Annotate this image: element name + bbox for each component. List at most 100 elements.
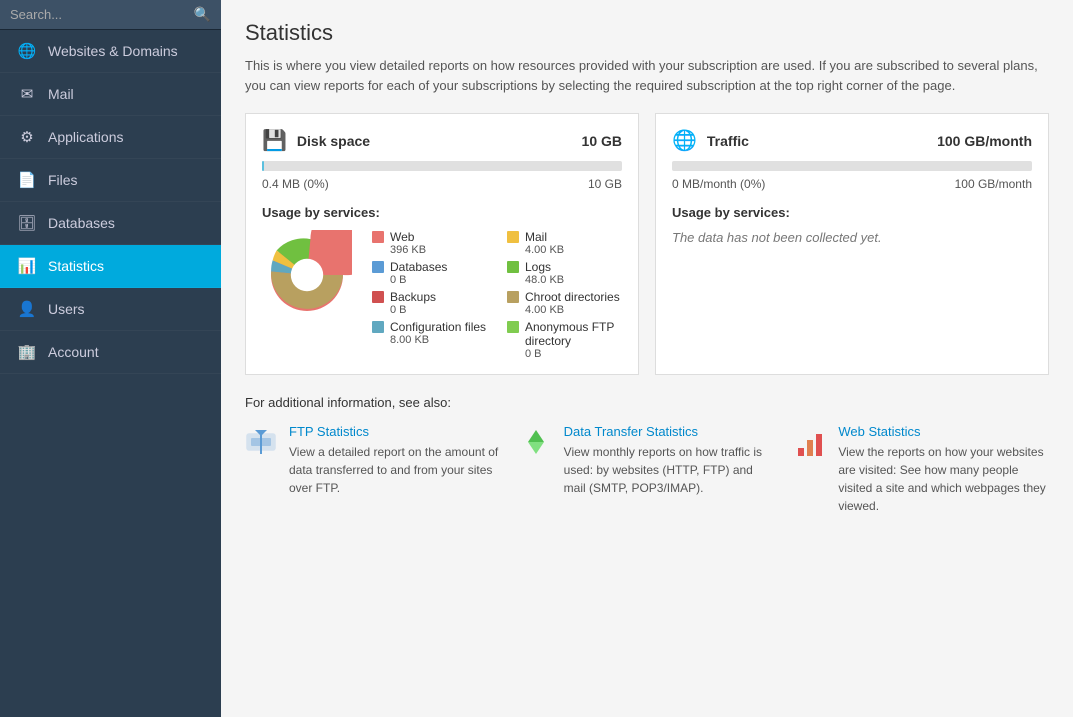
sidebar-item-statistics[interactable]: 📊 Statistics [0, 245, 221, 288]
legend-label: Web [390, 230, 426, 244]
disk-title-section: 💾 Disk space [262, 128, 370, 153]
legend-label: Chroot directories [525, 290, 620, 304]
additional-title: For additional information, see also: [245, 395, 1049, 410]
disk-pie-chart [262, 230, 352, 320]
legend-label: Mail [525, 230, 564, 244]
files-icon: 📄 [16, 171, 38, 189]
legend-dot [507, 291, 519, 303]
sidebar-item-mail[interactable]: ✉ Mail [0, 73, 221, 116]
legend-label: Logs [525, 260, 564, 274]
traffic-sub: 0 MB/month (0%) 100 GB/month [672, 177, 1032, 191]
users-icon: 👤 [16, 300, 38, 318]
legend-item: Anonymous FTP directory 0 B [507, 320, 622, 360]
web-stats-icon [794, 426, 826, 465]
traffic-header: 🌐 Traffic 100 GB/month [672, 128, 1032, 153]
data-transfer-stats-title[interactable]: Data Transfer Statistics [564, 424, 775, 439]
mail-icon: ✉ [16, 85, 38, 103]
legend-dot [372, 291, 384, 303]
info-cards: FTP Statistics View a detailed report on… [245, 424, 1049, 515]
legend-item: Web 396 KB [372, 230, 487, 256]
sidebar-item-applications[interactable]: ⚙ Applications [0, 116, 221, 159]
legend-item: Backups 0 B [372, 290, 487, 316]
legend-label: Backups [390, 290, 436, 304]
sidebar-item-websites[interactable]: 🌐 Websites & Domains [0, 30, 221, 73]
data-transfer-stats-icon [520, 426, 552, 465]
legend-value: 4.00 KB [525, 244, 564, 256]
disk-limit: 10 GB [582, 133, 622, 149]
info-card-data-transfer-stats: Data Transfer Statistics View monthly re… [520, 424, 775, 515]
sidebar-item-users[interactable]: 👤 Users [0, 288, 221, 331]
search-input[interactable] [10, 7, 194, 22]
legend-value: 0 B [390, 274, 447, 286]
web-stats-title[interactable]: Web Statistics [838, 424, 1049, 439]
legend-item: Databases 0 B [372, 260, 487, 286]
sidebar-item-label: Mail [48, 86, 74, 102]
traffic-usage-title: Usage by services: [672, 205, 1032, 220]
legend-dot [507, 321, 519, 333]
legend-label: Configuration files [390, 320, 486, 334]
disk-limit-label: 10 GB [588, 177, 622, 191]
disk-progress-bg [262, 161, 622, 171]
sidebar-item-databases[interactable]: 🗄 Databases [0, 202, 221, 245]
statistics-icon: 📊 [16, 257, 38, 275]
legend-label: Anonymous FTP directory [525, 320, 622, 348]
legend-item: Configuration files 8.00 KB [372, 320, 487, 360]
disk-icon: 💾 [262, 128, 287, 153]
legend-item: Logs 48.0 KB [507, 260, 622, 286]
ftp-stats-title[interactable]: FTP Statistics [289, 424, 500, 439]
legend-value: 0 B [525, 348, 622, 360]
stats-panels: 💾 Disk space 10 GB 0.4 MB (0%) 10 GB Usa… [245, 113, 1049, 375]
legend-item: Mail 4.00 KB [507, 230, 622, 256]
applications-icon: ⚙ [16, 128, 38, 146]
sidebar-item-files[interactable]: 📄 Files [0, 159, 221, 202]
ftp-stats-icon [245, 426, 277, 465]
sidebar-item-label: Websites & Domains [48, 43, 178, 59]
traffic-no-data: The data has not been collected yet. [672, 230, 1032, 245]
traffic-used: 0 MB/month (0%) [672, 177, 765, 191]
legend-dot [372, 321, 384, 333]
traffic-progress-bg [672, 161, 1032, 171]
disk-used: 0.4 MB (0%) [262, 177, 329, 191]
account-icon: 🏢 [16, 343, 38, 361]
legend-dot [372, 231, 384, 243]
sidebar-item-label: Files [48, 172, 78, 188]
pie-svg [262, 230, 352, 320]
info-card-ftp-stats: FTP Statistics View a detailed report on… [245, 424, 500, 515]
disk-progress-fill [262, 161, 264, 171]
main-content: Statistics This is where you view detail… [221, 0, 1073, 717]
legend-value: 8.00 KB [390, 334, 486, 346]
sidebar-item-label: Statistics [48, 258, 104, 274]
disk-usage-title: Usage by services: [262, 205, 622, 220]
legend-value: 48.0 KB [525, 274, 564, 286]
legend-dot [507, 261, 519, 273]
search-icon: 🔍 [194, 6, 211, 23]
search-box: 🔍 [0, 0, 221, 30]
additional-section: For additional information, see also: FT… [245, 395, 1049, 515]
legend-item: Chroot directories 4.00 KB [507, 290, 622, 316]
traffic-limit: 100 GB/month [937, 133, 1032, 149]
databases-icon: 🗄 [16, 214, 38, 232]
intro-text: This is where you view detailed reports … [245, 56, 1049, 95]
legend-value: 0 B [390, 304, 436, 316]
disk-space-card: 💾 Disk space 10 GB 0.4 MB (0%) 10 GB Usa… [245, 113, 639, 375]
sidebar-item-label: Databases [48, 215, 115, 231]
disk-space-header: 💾 Disk space 10 GB [262, 128, 622, 153]
disk-title: Disk space [297, 133, 370, 149]
info-card-web-stats: Web Statistics View the reports on how y… [794, 424, 1049, 515]
websites-icon: 🌐 [16, 42, 38, 60]
sidebar: 🔍 🌐 Websites & Domains ✉ Mail ⚙ Applicat… [0, 0, 221, 717]
traffic-title-section: 🌐 Traffic [672, 128, 749, 153]
legend-value: 396 KB [390, 244, 426, 256]
legend-dot [372, 261, 384, 273]
web-stats-desc: View the reports on how your websites ar… [838, 443, 1049, 515]
legend-value: 4.00 KB [525, 304, 620, 316]
nav-items: 🌐 Websites & Domains ✉ Mail ⚙ Applicatio… [0, 30, 221, 374]
traffic-card: 🌐 Traffic 100 GB/month 0 MB/month (0%) 1… [655, 113, 1049, 375]
pie-center [291, 259, 323, 291]
ftp-stats-desc: View a detailed report on the amount of … [289, 443, 500, 497]
sidebar-item-label: Applications [48, 129, 124, 145]
legend-label: Databases [390, 260, 447, 274]
sidebar-item-label: Users [48, 301, 85, 317]
traffic-title: Traffic [707, 133, 749, 149]
sidebar-item-account[interactable]: 🏢 Account [0, 331, 221, 374]
